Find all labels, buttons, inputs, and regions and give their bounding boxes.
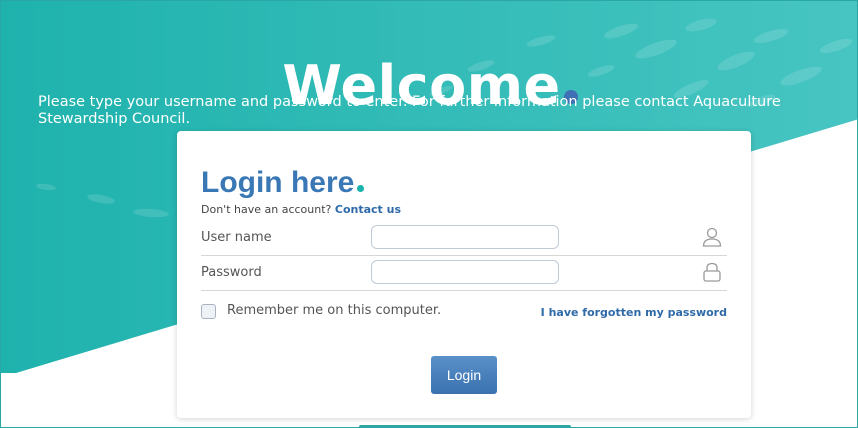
username-input[interactable] [371,225,559,249]
lock-icon [703,262,721,282]
remember-checkbox[interactable] [201,304,216,319]
user-icon [702,227,722,247]
no-account-line: Don't have an account? Contact us [201,203,401,216]
no-account-text: Don't have an account? [201,203,332,216]
login-card: Login here Don't have an account? Contac… [177,131,751,418]
contact-us-link[interactable]: Contact us [335,203,401,216]
username-label: User name [201,230,272,245]
password-label: Password [201,265,262,280]
password-input[interactable] [371,260,559,284]
login-title-text: Login here [201,166,355,199]
page-frame: Welcome Please type your username and pa… [0,0,858,428]
login-title-dot [357,185,365,192]
password-row: Password [201,258,727,291]
username-row: User name [201,223,727,256]
intro-text: Please type your username and password t… [38,94,781,127]
remember-label: Remember me on this computer. [227,303,442,318]
login-title: Login here [201,165,365,201]
login-button[interactable]: Login [431,356,497,394]
forgot-password-link[interactable]: I have forgotten my password [541,306,727,319]
